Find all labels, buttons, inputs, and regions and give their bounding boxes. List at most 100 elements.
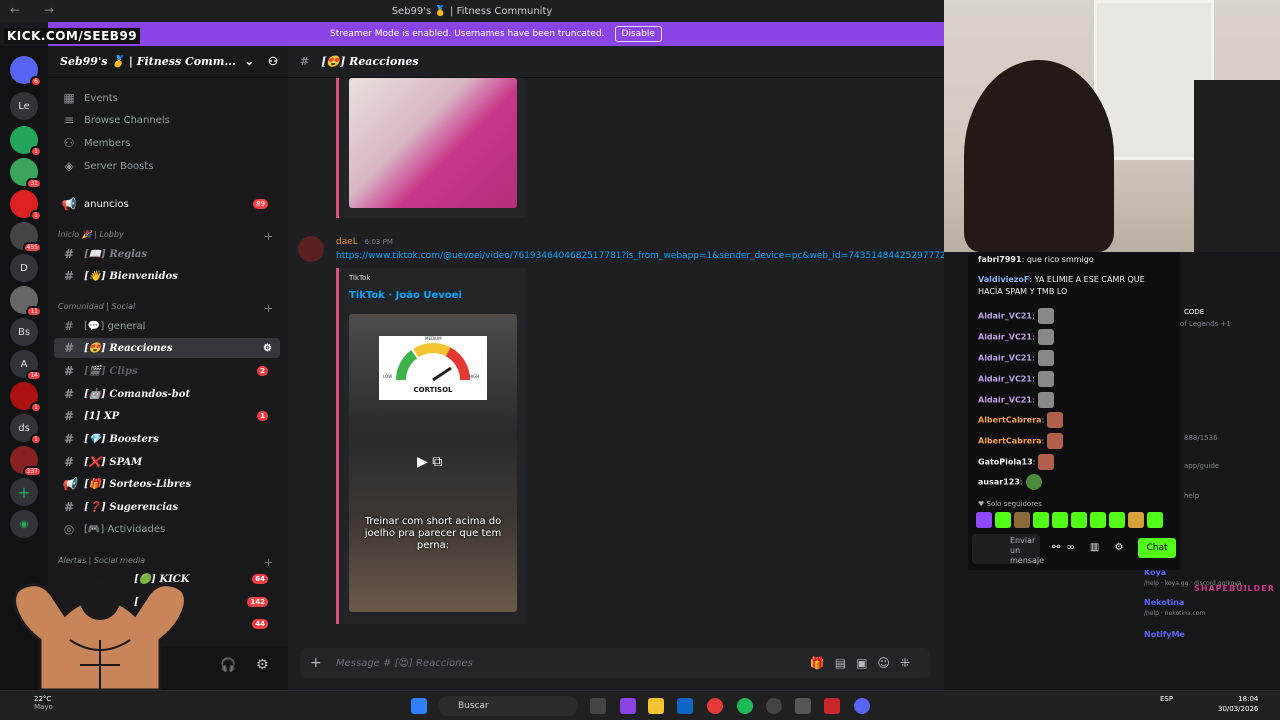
emote-icon[interactable] bbox=[1033, 512, 1049, 528]
taskbar-search[interactable]: Buscar bbox=[438, 696, 578, 716]
emote-icon bbox=[1047, 412, 1064, 428]
events-item[interactable]: ▦ Events bbox=[54, 88, 280, 108]
server-boosts-item[interactable]: ◈ Server Boosts bbox=[54, 156, 280, 176]
channel-reglas[interactable]: # [📖] Reglas bbox=[54, 244, 280, 264]
avatar[interactable] bbox=[298, 236, 324, 262]
chat-input[interactable]: Enviar un mensaje bbox=[972, 534, 1044, 565]
chevron-down-icon[interactable]: ⌄ bbox=[245, 55, 254, 68]
emote-icon[interactable] bbox=[1052, 512, 1068, 528]
chat-message: Aldair_VC21: bbox=[978, 371, 1054, 387]
channel-xp[interactable]: # [1] XP 1 bbox=[54, 406, 280, 426]
emote-icon[interactable] bbox=[1109, 512, 1125, 528]
server-icon[interactable]: 31 bbox=[10, 158, 42, 189]
server-icon[interactable]: 1 bbox=[10, 126, 42, 157]
hash-icon: # bbox=[63, 500, 75, 514]
channel-clips[interactable]: # [🎬] Clips 2 bbox=[54, 361, 280, 381]
plus-icon[interactable]: + bbox=[310, 655, 322, 671]
member-notifyme[interactable]: NotifyMe bbox=[1144, 630, 1185, 639]
add-channel-icon[interactable]: + bbox=[264, 230, 273, 243]
server-icon[interactable]: 1 bbox=[10, 190, 42, 221]
emote-icon bbox=[1037, 371, 1054, 387]
hash-icon: # bbox=[63, 364, 75, 378]
server-icon[interactable]: A 14 bbox=[10, 350, 42, 381]
channel-sugerencias[interactable]: # [❓] Sugerencias bbox=[54, 497, 280, 517]
taskview-icon[interactable] bbox=[590, 698, 606, 714]
banner-text: Streamer Mode is enabled. Usernames have… bbox=[330, 29, 605, 39]
back-forward-icon[interactable]: ← → bbox=[10, 3, 64, 17]
invite-icon[interactable]: ⚇ bbox=[268, 55, 278, 68]
add-server-icon[interactable]: + bbox=[10, 478, 38, 506]
chrome-icon[interactable] bbox=[707, 698, 723, 714]
server-icon[interactable]: 455 bbox=[10, 222, 42, 253]
discover-icon[interactable]: ◉ bbox=[10, 510, 38, 538]
server-header[interactable]: Seb99's 🥇 | Fitness Comm... ⌄ ⚇ bbox=[48, 46, 288, 78]
channel-actividades[interactable]: ◎ [🎮] Actividades bbox=[54, 519, 280, 539]
composer-actions-icon[interactable]: 🎁▤▣☺⁜ bbox=[810, 656, 920, 670]
message-link[interactable]: https://www.tiktok.com/@uevoei/video/761… bbox=[336, 251, 944, 261]
spotify-icon[interactable] bbox=[737, 698, 753, 714]
embed-video-thumbnail[interactable]: MEDIUM LOW HIGH CORTISOL ▶ ⧉ Treinar com… bbox=[349, 314, 517, 612]
app-icon[interactable] bbox=[824, 698, 840, 714]
embed-title[interactable]: TikTok · João Uevoei bbox=[349, 290, 462, 301]
browse-channels-item[interactable]: ≡ Browse Channels bbox=[54, 110, 280, 130]
emote-icon[interactable] bbox=[976, 512, 992, 528]
discord-icon[interactable] bbox=[854, 698, 870, 714]
server-icon[interactable]: 6 bbox=[10, 56, 42, 87]
windows-taskbar: 22°C Mayo Buscar ESP 18:04 30/03/2026 bbox=[0, 690, 1280, 720]
server-icon[interactable]: ds 1 bbox=[10, 414, 42, 445]
message-composer[interactable]: + Message # [😍] Reacciones 🎁▤▣☺⁜ bbox=[300, 648, 930, 678]
member-nekotina[interactable]: Nekotina bbox=[1144, 598, 1184, 607]
add-channel-icon[interactable]: + bbox=[264, 556, 273, 569]
app-icon[interactable] bbox=[795, 698, 811, 714]
emote-icon[interactable] bbox=[1090, 512, 1106, 528]
emote-icon[interactable] bbox=[1147, 512, 1163, 528]
emote-icon bbox=[1037, 308, 1054, 324]
channel-general[interactable]: # [💬] general bbox=[54, 316, 280, 336]
category-comunidad[interactable]: Comunidad | Social + bbox=[58, 302, 273, 315]
message-author[interactable]: daeL bbox=[336, 237, 358, 247]
channel-bienvenidos[interactable]: # [👋] Bienvenidos bbox=[54, 266, 280, 286]
add-channel-icon[interactable]: + bbox=[264, 302, 273, 315]
server-icon[interactable]: 337 bbox=[10, 446, 42, 477]
emote-icon[interactable] bbox=[995, 512, 1011, 528]
play-icon[interactable]: ▶ ⧉ bbox=[417, 454, 442, 470]
channel-reacciones[interactable]: # [😍] Reacciones ⚙ bbox=[54, 338, 280, 358]
obs-icon[interactable] bbox=[766, 698, 782, 714]
category-inicio[interactable]: Inicio 🎉 | Lobby + bbox=[58, 230, 273, 243]
gear-icon[interactable]: ⚙ bbox=[256, 657, 269, 673]
send-chat-button[interactable]: Chat bbox=[1138, 538, 1176, 558]
language-indicator[interactable]: ESP bbox=[1160, 695, 1173, 703]
emote-icon[interactable] bbox=[1014, 512, 1030, 528]
headset-icon[interactable]: 🎧 bbox=[220, 658, 236, 673]
weather-widget[interactable]: 22°C Mayo bbox=[34, 695, 53, 711]
app-icon[interactable] bbox=[620, 698, 636, 714]
channel-sorteos-libres[interactable]: 📢 [🎁] Sorteos-Libres bbox=[54, 474, 280, 494]
shapebuilder-logo: SHAPEBUILDER bbox=[1194, 584, 1275, 593]
channel-comandos-bot[interactable]: # [🤖] Comandos-bot bbox=[54, 384, 280, 404]
server-icon[interactable]: Bs bbox=[10, 318, 38, 346]
members-item[interactable]: ⚇ Members bbox=[54, 133, 280, 153]
category-alertas[interactable]: Alertas | Social media + bbox=[58, 556, 273, 569]
channel-anuncios[interactable]: 📢 anuncios 89 bbox=[54, 194, 280, 214]
server-name: Seb99's 🥇 | Fitness Comm... bbox=[60, 55, 236, 68]
emote-bar[interactable] bbox=[976, 512, 1166, 528]
server-icon[interactable]: 11 bbox=[10, 286, 42, 317]
channel-boosters[interactable]: # [💎] Boosters bbox=[54, 429, 280, 449]
browse-icon: ≡ bbox=[63, 113, 75, 127]
emote-icon[interactable] bbox=[1071, 512, 1087, 528]
server-icon[interactable]: D bbox=[10, 254, 38, 282]
kick-handle-overlay: KICK.COM/SEEB99 bbox=[4, 28, 141, 44]
chat-tools-icon[interactable]: ⚯∞ ▥ ⚙ bbox=[1052, 542, 1129, 553]
chat-message: ausar123: bbox=[978, 474, 1042, 490]
server-icon[interactable]: 1 bbox=[10, 382, 42, 413]
folder-icon[interactable] bbox=[648, 698, 664, 714]
emote-icon[interactable] bbox=[1128, 512, 1144, 528]
clock[interactable]: 18:04 30/03/2026 bbox=[1218, 694, 1258, 714]
server-icon[interactable]: Le bbox=[10, 92, 38, 120]
previous-embed-image[interactable] bbox=[349, 78, 517, 208]
start-icon[interactable] bbox=[411, 698, 427, 714]
disable-button[interactable]: Disable bbox=[614, 26, 662, 42]
channel-spam[interactable]: # [❌] SPAM bbox=[54, 452, 280, 472]
store-icon[interactable] bbox=[677, 698, 693, 714]
settings-icon[interactable]: ⚙ bbox=[263, 343, 272, 354]
